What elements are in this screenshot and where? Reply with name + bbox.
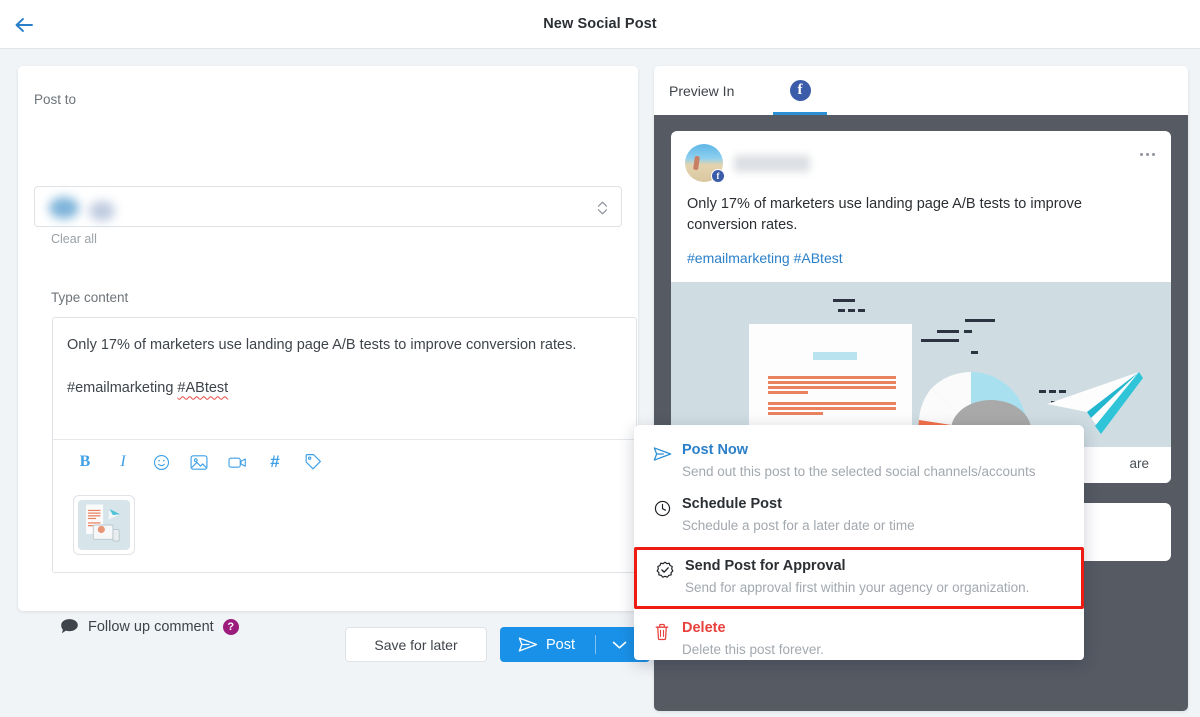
attached-media-preview xyxy=(78,500,130,550)
help-icon[interactable]: ? xyxy=(222,618,239,635)
menu-item-description: Delete this post forever. xyxy=(682,641,824,657)
post-text: Only 17% of marketers use landing page A… xyxy=(687,196,1082,234)
post-to-select[interactable] xyxy=(34,186,622,227)
follow-up-comment-label: Follow up comment xyxy=(88,618,214,635)
send-icon xyxy=(652,444,672,464)
hashtag-icon[interactable]: # xyxy=(265,452,285,472)
facebook-badge-icon: f xyxy=(711,169,725,183)
menu-item-send-for-approval[interactable]: Send Post for Approval Send for approval… xyxy=(634,547,1084,610)
menu-item-description: Send out this post to the selected socia… xyxy=(682,463,1036,479)
clear-all-link[interactable]: Clear all xyxy=(51,232,97,246)
menu-item-title: Schedule Post xyxy=(682,496,782,513)
more-options-icon[interactable] xyxy=(1140,153,1155,156)
menu-item-title: Send Post for Approval xyxy=(685,558,846,575)
image-icon[interactable] xyxy=(189,452,209,472)
facebook-icon: f xyxy=(789,80,811,101)
post-to-label: Post to xyxy=(34,92,77,107)
video-icon[interactable] xyxy=(227,452,247,472)
follow-up-comment-row[interactable]: Follow up comment ? xyxy=(60,618,239,635)
marketing-report-illustration xyxy=(671,282,1171,448)
menu-item-title: Post Now xyxy=(682,442,749,458)
menu-item-schedule-post[interactable]: Schedule Post Schedule a post for a late… xyxy=(634,489,1084,543)
menu-item-description: Schedule a post for a later date or time xyxy=(682,517,915,533)
trash-icon xyxy=(652,622,672,642)
author-name xyxy=(734,154,810,172)
menu-item-delete[interactable]: Delete Delete this post forever. xyxy=(634,613,1084,667)
tag-icon[interactable] xyxy=(303,452,323,472)
comment-bubble-icon xyxy=(61,619,78,634)
attached-media-thumbnail[interactable] xyxy=(73,495,135,555)
post-action-menu: Post Now Send out this post to the selec… xyxy=(634,425,1084,660)
post-header: f xyxy=(671,131,1171,190)
preview-in-label: Preview In xyxy=(669,82,735,99)
content-text: Only 17% of marketers use landing page A… xyxy=(67,337,577,353)
menu-item-title: Delete xyxy=(682,620,726,637)
menu-item-description: Send for approval first within your agen… xyxy=(685,579,1030,595)
post-button-label: Post xyxy=(546,636,576,653)
content-editor-body[interactable]: Only 17% of marketers use landing page A… xyxy=(53,318,636,410)
page-title: New Social Post xyxy=(543,16,657,32)
emoji-icon[interactable] xyxy=(151,452,171,472)
italic-icon[interactable]: I xyxy=(113,452,133,472)
arrow-left-icon xyxy=(15,18,33,32)
share-label[interactable]: are xyxy=(1129,456,1149,471)
type-content-label: Type content xyxy=(51,290,129,305)
preview-tabbar: Preview In f xyxy=(654,66,1188,115)
composer-card: Post to Clear all Type content Only 17% … xyxy=(18,66,638,635)
save-for-later-button[interactable]: Save for later xyxy=(345,627,487,662)
tab-facebook[interactable]: f xyxy=(773,66,827,115)
chevron-down-icon[interactable] xyxy=(612,640,627,650)
content-hashtags: #emailmarketing #ABtest xyxy=(67,377,620,399)
app-header: New Social Post xyxy=(0,0,1200,49)
hashtag-plain: #emailmarketing xyxy=(67,380,178,397)
post-button[interactable]: Post xyxy=(500,627,650,662)
send-icon xyxy=(518,636,538,653)
bold-icon[interactable]: B xyxy=(75,452,95,472)
back-button[interactable] xyxy=(8,9,40,41)
clock-icon xyxy=(652,498,672,518)
chevron-updown-icon xyxy=(595,198,609,218)
avatar: f xyxy=(685,144,725,183)
post-hashtags: #emailmarketing #ABtest xyxy=(687,250,843,267)
editor-toolbar: B I # xyxy=(53,439,636,484)
hashtag-flagged: #ABtest xyxy=(177,380,229,397)
content-editor[interactable]: Only 17% of marketers use landing page A… xyxy=(52,317,637,573)
selected-accounts-chips xyxy=(49,197,115,221)
menu-item-post-now[interactable]: Post Now Send out this post to the selec… xyxy=(634,435,1084,489)
badge-check-icon xyxy=(655,560,675,580)
post-button-divider xyxy=(595,635,597,654)
